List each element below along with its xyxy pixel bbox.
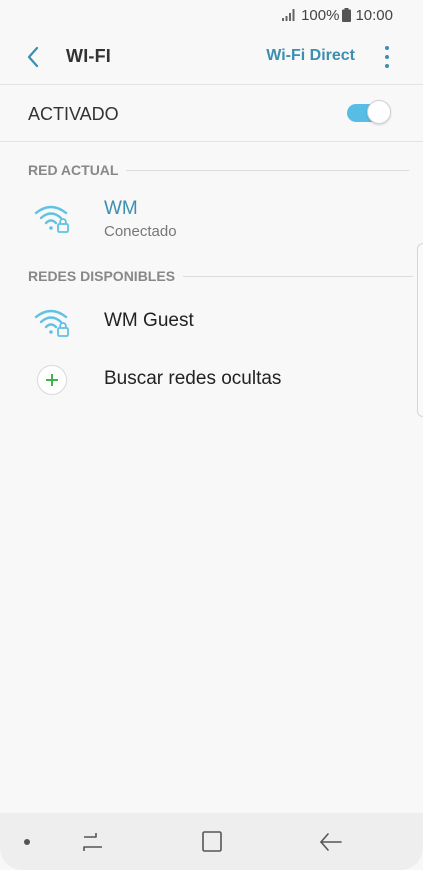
plus-icon [37,365,67,395]
home-button[interactable] [197,827,227,857]
signal-bars-icon [282,9,295,21]
edge-panel-handle[interactable] [417,243,423,417]
network-name: WM [104,198,138,219]
more-options-button[interactable] [377,44,397,70]
app-bar: WI-FI Wi-Fi Direct [0,30,423,84]
section-header-current: RED ACTUAL [28,162,410,178]
more-vertical-icon [385,46,389,50]
back-button[interactable] [18,42,48,72]
wifi-toggle-label: ACTIVADO [28,104,119,124]
wifi-switch[interactable] [347,100,391,126]
divider [0,141,423,142]
page-title: WI-FI [66,46,111,66]
back-nav-button[interactable] [316,827,346,857]
network-status: Conectado [104,223,177,240]
search-hidden-networks-row[interactable]: Buscar redes ocultas [0,352,423,408]
wifi-settings-screen: 100% 10:00 WI-FI Wi-Fi Direct ACTIVADO R… [0,0,423,870]
dot-icon[interactable] [24,839,30,845]
wifi-locked-icon [34,205,69,233]
status-bar: 100% 10:00 [0,0,423,30]
wifi-locked-icon [34,309,69,337]
recents-button[interactable] [80,827,110,857]
section-header-available: REDES DISPONIBLES [28,268,414,284]
wifi-toggle-row[interactable]: ACTIVADO [0,85,423,141]
section-header-label: REDES DISPONIBLES [28,268,176,284]
search-hidden-networks-label: Buscar redes ocultas [104,368,282,389]
battery-percent: 100% [301,6,340,24]
network-name: WM Guest [104,310,194,331]
recents-icon [83,833,102,851]
home-square-icon [202,831,222,852]
battery-full-icon [342,8,352,22]
chevron-left-icon [27,46,39,68]
section-header-label: RED ACTUAL [28,162,119,178]
network-row-available[interactable]: WM Guest [0,294,423,350]
status-time: 10:00 [355,6,393,24]
network-row-current[interactable]: WM Conectado [0,190,423,252]
navigation-bar [0,813,423,870]
back-arrow-icon [320,833,342,851]
switch-knob [367,100,391,124]
wifi-direct-button[interactable]: Wi-Fi Direct [266,47,355,65]
